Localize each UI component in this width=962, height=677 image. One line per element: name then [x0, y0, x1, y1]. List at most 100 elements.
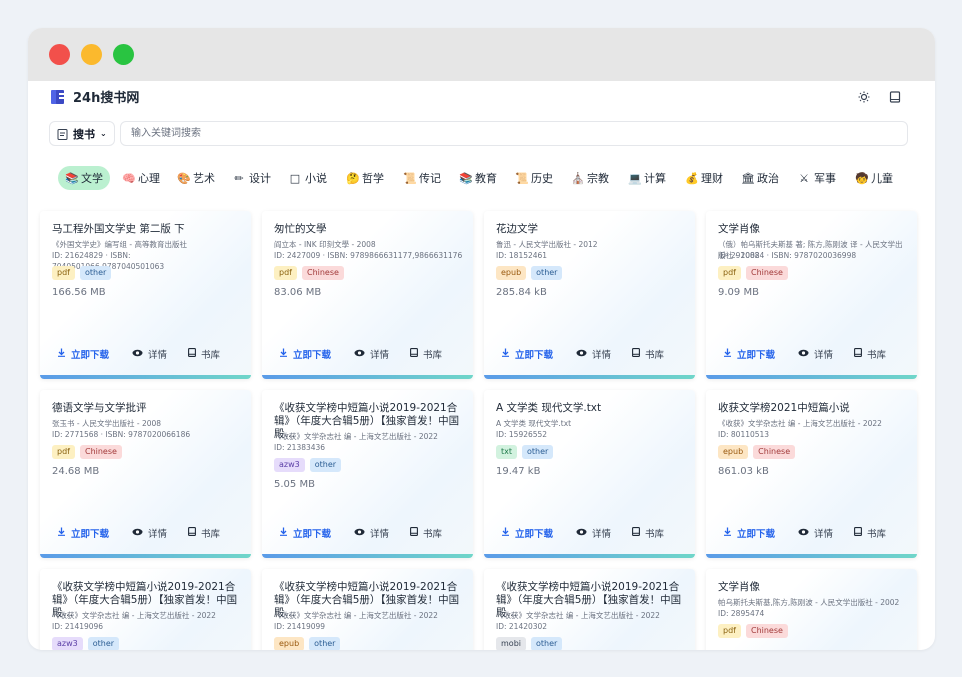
- download-button[interactable]: 立即下载: [279, 526, 331, 540]
- book-card[interactable]: 文学肖像 帕乌斯托夫斯基,陈方,陈刚波 - 人民文学出版社 - 2002 ID: 2…: [706, 569, 917, 650]
- book-card[interactable]: 《收获文学榜中短篇小说2019-2021合辑》（年度大合辑5册）【独家首发！中国…: [40, 569, 251, 650]
- download-button[interactable]: 立即下载: [723, 347, 775, 361]
- category-tab[interactable]: 🎨 艺术: [170, 166, 222, 190]
- download-button[interactable]: 立即下载: [723, 526, 775, 540]
- search-bar: 搜书 ⌄: [49, 121, 908, 146]
- detail-button-label: 详情: [592, 529, 612, 540]
- book-card[interactable]: 《收获文学榜中短篇小说2019-2021合辑》（年度大合辑5册）【独家首发！中国…: [484, 569, 695, 650]
- download-button[interactable]: 立即下载: [501, 347, 553, 361]
- detail-button[interactable]: 详情: [354, 347, 389, 361]
- format-badge: azw3: [274, 458, 305, 472]
- book-id-isbn: ID: 2427009 · ISBN: 9789866631177,986663…: [274, 251, 463, 260]
- book-title[interactable]: 文学肖像: [718, 581, 908, 594]
- sun-icon[interactable]: [857, 90, 871, 104]
- book-card[interactable]: 匆忙的文學阎立本 - INK 印刻文學 - 2008 ID: 2427009 · …: [262, 211, 473, 379]
- file-size: 24.68 MB: [52, 466, 100, 477]
- category-tab[interactable]: 📚 文学: [58, 166, 110, 190]
- eye-icon: [132, 349, 143, 360]
- minimize-window-button[interactable]: [81, 44, 102, 65]
- book-id-isbn: ID: 2771568 · ISBN: 9787020066186: [52, 430, 191, 439]
- book-tags: txt other: [496, 445, 554, 459]
- detail-button-label: 详情: [370, 350, 390, 361]
- category-tab[interactable]: 💻 计算: [621, 166, 673, 190]
- detail-button[interactable]: 详情: [798, 526, 833, 540]
- library-button-label: 书库: [423, 350, 443, 361]
- book-title[interactable]: 花边文学: [496, 223, 686, 236]
- eye-icon: [354, 349, 365, 360]
- book-title[interactable]: A 文学类 现代文学.txt: [496, 402, 686, 415]
- library-button[interactable]: 书库: [188, 526, 220, 540]
- library-button[interactable]: 书库: [854, 347, 886, 361]
- book-card[interactable]: 花边文学 鲁迅 - 人民文学出版社 - 2012 ID: 18152461 epub o…: [484, 211, 695, 379]
- category-tab[interactable]: 📜 传记: [396, 166, 448, 190]
- book-card[interactable]: 文学肖像 （俄）帕乌斯托夫斯基 著; 陈方,陈刚波 译 - 人民文学出版社 - 2…: [706, 211, 917, 379]
- library-button-label: 书库: [201, 529, 221, 540]
- book-card[interactable]: A 文学类 现代文学.txt A 文学类 现代文学.txt ID: 15926552…: [484, 390, 695, 558]
- book-tags: epub other: [274, 637, 341, 650]
- detail-button[interactable]: 详情: [576, 347, 611, 361]
- search-type-select[interactable]: 搜书 ⌄: [49, 121, 115, 146]
- book-id-isbn: ID: 80110513: [718, 430, 770, 439]
- category-tab[interactable]: 🧠 心理: [115, 166, 167, 190]
- category-tab[interactable]: 🏛 政治: [734, 166, 786, 190]
- book-title[interactable]: 德语文学与文学批评: [52, 402, 242, 415]
- library-button[interactable]: 书库: [854, 526, 886, 540]
- detail-button[interactable]: 详情: [354, 526, 389, 540]
- download-button[interactable]: 立即下载: [501, 526, 553, 540]
- book-card[interactable]: 收获文学榜2021中短篇小说 《收获》文学杂志社 编 - 上海文艺出版社 - 20…: [706, 390, 917, 558]
- category-tab[interactable]: ✏ 设计: [226, 166, 278, 190]
- book-author-publisher: 张玉书 - 人民文学出版社 - 2008: [52, 419, 162, 428]
- language-badge: other: [309, 458, 342, 472]
- site-logo[interactable]: 24h搜书网: [50, 87, 139, 106]
- category-icon: 🧒: [855, 171, 869, 185]
- language-badge: other: [87, 637, 120, 650]
- book-title[interactable]: 收获文学榜2021中短篇小说: [718, 402, 908, 415]
- category-icon: 💰: [685, 171, 699, 185]
- book-card[interactable]: 《收获文学榜中短篇小说2019-2021合辑》（年度大合辑5册）【独家首发！中国…: [262, 569, 473, 650]
- download-button[interactable]: 立即下载: [57, 347, 109, 361]
- book-icon[interactable]: [888, 90, 902, 104]
- library-button[interactable]: 书库: [632, 526, 664, 540]
- library-button[interactable]: 书库: [188, 347, 220, 361]
- book-card[interactable]: 德语文学与文学批评张玉书 - 人民文学出版社 - 2008 ID: 2771568…: [40, 390, 251, 558]
- detail-button[interactable]: 详情: [132, 526, 167, 540]
- book-title[interactable]: 文学肖像: [718, 223, 908, 236]
- language-badge: other: [531, 637, 563, 650]
- detail-button[interactable]: 详情: [576, 526, 611, 540]
- category-label: 文学: [81, 172, 103, 185]
- eye-icon: [132, 528, 143, 539]
- category-tab[interactable]: 📚 教育: [452, 166, 504, 190]
- book-card[interactable]: 《收获文学榜中短篇小说2019-2021合辑》（年度大合辑5册）【独家首发！中国…: [262, 390, 473, 558]
- search-input[interactable]: [120, 121, 908, 146]
- book-tags: pdf Chinese: [718, 624, 788, 638]
- category-tab[interactable]: ⛪ 宗教: [564, 166, 616, 190]
- category-tab[interactable]: 🧒 儿童: [848, 166, 900, 190]
- book-card[interactable]: 马工程外国文学史 第二版 下《外国文学史》编写组 - 高等教育出版社 ID: 21…: [40, 211, 251, 379]
- category-tab[interactable]: ⚔ 军事: [791, 166, 843, 190]
- eye-icon: [576, 528, 587, 539]
- download-button[interactable]: 立即下载: [57, 526, 109, 540]
- category-tab[interactable]: 💰 理财: [678, 166, 730, 190]
- download-icon: [501, 348, 510, 360]
- category-icon: ⛪: [571, 171, 585, 185]
- format-badge: pdf: [52, 445, 75, 459]
- format-badge: azw3: [52, 637, 83, 650]
- language-badge: Chinese: [745, 624, 788, 638]
- category-tab[interactable]: □ 小说: [282, 166, 334, 190]
- maximize-window-button[interactable]: [113, 44, 134, 65]
- format-badge: epub: [274, 637, 305, 650]
- download-button[interactable]: 立即下载: [279, 347, 331, 361]
- library-icon: [854, 527, 862, 539]
- detail-button[interactable]: 详情: [798, 347, 833, 361]
- category-tab[interactable]: 📜 历史: [508, 166, 560, 190]
- category-tab[interactable]: 🤔 哲学: [339, 166, 391, 190]
- file-size: 285.84 kB: [496, 287, 547, 298]
- library-button[interactable]: 书库: [410, 347, 442, 361]
- library-button[interactable]: 书库: [632, 347, 664, 361]
- library-button[interactable]: 书库: [410, 526, 442, 540]
- book-title[interactable]: 匆忙的文學: [274, 223, 464, 236]
- close-window-button[interactable]: [49, 44, 70, 65]
- book-author-publisher: 阎立本 - INK 印刻文學 - 2008: [274, 240, 376, 249]
- detail-button[interactable]: 详情: [132, 347, 167, 361]
- book-title[interactable]: 马工程外国文学史 第二版 下: [52, 223, 242, 236]
